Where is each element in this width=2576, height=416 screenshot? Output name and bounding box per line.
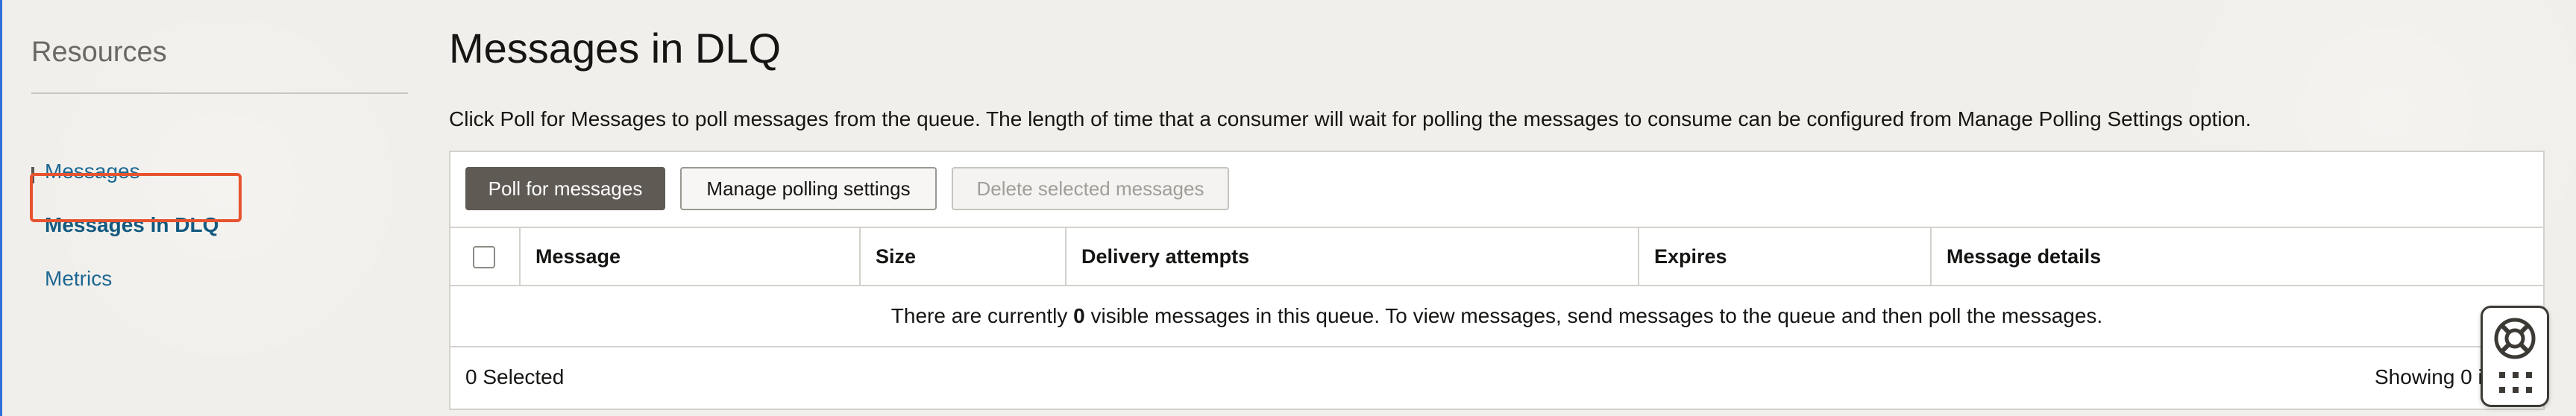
window-edge <box>0 0 2 416</box>
poll-for-messages-button[interactable]: Poll for messages <box>465 167 665 210</box>
lifebuoy-icon[interactable] <box>2493 317 2536 360</box>
column-header-expires[interactable]: Expires <box>1638 228 1930 286</box>
page: Resources Messages Messages in DLQ Metri… <box>0 0 2576 416</box>
column-header-message-details[interactable]: Message details <box>1930 228 2543 286</box>
table-footer: 0 Selected Showing 0 items <box>450 347 2543 409</box>
column-header-delivery-attempts[interactable]: Delivery attempts <box>1065 228 1638 286</box>
table-header-row: Message Size Delivery attempts Expires M… <box>450 227 2543 286</box>
column-header-message[interactable]: Message <box>519 228 859 286</box>
empty-state-prefix: There are currently <box>890 304 1074 327</box>
help-widget[interactable] <box>2481 306 2549 407</box>
page-description: Click Poll for Messages to poll messages… <box>449 107 2252 130</box>
delete-selected-messages-button: Delete selected messages <box>952 167 1229 210</box>
sidebar-divider <box>31 92 408 94</box>
resources-sidebar: Resources Messages Messages in DLQ Metri… <box>31 30 408 290</box>
empty-state-count: 0 <box>1073 304 1085 327</box>
empty-state-row: There are currently 0 visible messages i… <box>450 286 2543 347</box>
sidebar-title: Resources <box>31 37 167 68</box>
highlight-annotation <box>30 173 242 222</box>
apps-grid-icon[interactable] <box>2499 372 2532 399</box>
page-title: Messages in DLQ <box>449 25 782 72</box>
selected-count: 0 Selected <box>465 365 565 388</box>
column-header-size[interactable]: Size <box>859 228 1065 286</box>
select-all-cell <box>450 228 519 286</box>
showing-count: Showing 0 items <box>2375 365 2487 388</box>
select-all-checkbox[interactable] <box>473 246 495 268</box>
manage-polling-settings-button[interactable]: Manage polling settings <box>680 167 937 210</box>
messages-table-panel: Poll for messages Manage polling setting… <box>449 151 2545 410</box>
empty-state-suffix: visible messages in this queue. To view … <box>1084 304 2103 327</box>
sidebar-item-metrics[interactable]: Metrics <box>45 264 112 294</box>
